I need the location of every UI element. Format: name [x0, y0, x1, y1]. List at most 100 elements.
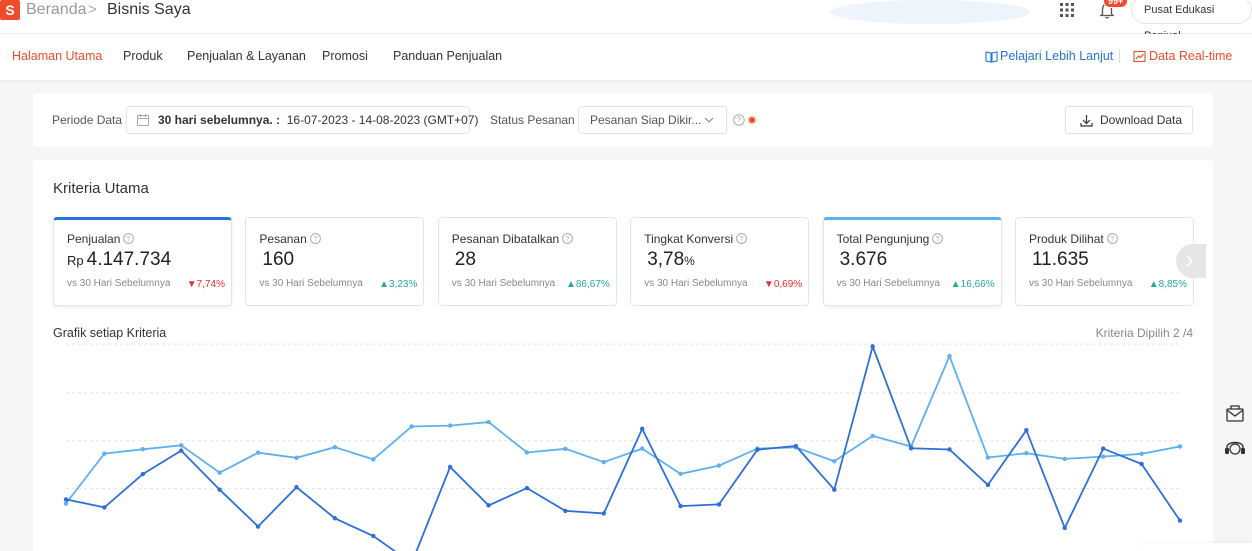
nav-tab-products[interactable]: Produk — [123, 49, 163, 63]
data-point[interactable] — [102, 451, 107, 456]
metric-card[interactable]: Pesanan? 160 vs 30 Hari Sebelumnya ▲3,23% — [245, 217, 425, 306]
data-point[interactable] — [985, 455, 991, 460]
help-icon[interactable]: ? — [736, 233, 748, 244]
help-icon[interactable]: ? — [562, 233, 574, 244]
data-point[interactable] — [601, 459, 606, 465]
nav-tab-promotion[interactable]: Promosi — [322, 49, 368, 63]
learn-more-link[interactable]: Pelajari Lebih Lanjut — [1000, 49, 1113, 63]
data-point[interactable] — [1062, 456, 1067, 462]
data-point[interactable] — [179, 448, 184, 453]
key-metrics-card: Kriteria Utama Penjualan? Rp 4.147.734 vs 3… — [33, 160, 1213, 551]
data-point[interactable] — [63, 497, 69, 502]
metric-number: 3,78 — [647, 249, 685, 270]
data-point[interactable] — [332, 444, 338, 450]
filter-bar: Periode Data 30 hari sebelumnya. : 16-07… — [33, 93, 1213, 147]
data-point[interactable] — [755, 447, 760, 452]
data-point[interactable] — [140, 447, 146, 452]
data-point[interactable] — [1100, 446, 1106, 451]
data-point[interactable] — [371, 533, 376, 539]
help-icon[interactable]: ? — [123, 233, 135, 244]
period-picker[interactable]: 30 hari sebelumnya. : 16-07-2023 - 14-08… — [126, 106, 479, 134]
data-point[interactable] — [1024, 450, 1029, 456]
data-point[interactable] — [640, 426, 645, 431]
data-point[interactable] — [716, 502, 722, 507]
data-point[interactable] — [524, 450, 530, 455]
data-point[interactable] — [486, 503, 491, 508]
data-point[interactable] — [447, 423, 453, 428]
metric-card[interactable]: Tingkat Konversi? 3,78% vs 30 Hari Sebelum… — [630, 217, 810, 306]
data-point[interactable] — [601, 511, 606, 516]
data-point[interactable] — [640, 446, 645, 451]
realtime-link[interactable]: Data Real-time — [1149, 49, 1232, 63]
data-point[interactable] — [294, 455, 299, 460]
data-point[interactable] — [140, 471, 146, 477]
metric-card[interactable]: Pesanan Dibatalkan? 28 vs 30 Hari Sebelumn… — [437, 217, 617, 306]
data-point[interactable] — [63, 501, 69, 506]
data-point[interactable] — [371, 457, 376, 462]
data-point[interactable] — [1177, 444, 1183, 449]
metric-title-text: Total Pengunjung — [836, 232, 930, 246]
metric-title-text: Tingkat Konversi — [644, 232, 734, 246]
metric-value: 3,78% — [644, 249, 695, 271]
data-point[interactable] — [947, 353, 952, 359]
data-point[interactable] — [793, 443, 799, 449]
help-icon[interactable]: ? — [309, 233, 321, 244]
metric-number: 3.676 — [839, 249, 888, 270]
data-point[interactable] — [947, 447, 952, 452]
data-point[interactable] — [832, 459, 837, 464]
chat-mail-icon[interactable] — [1222, 400, 1248, 430]
download-data-button[interactable]: Download Data — [1065, 106, 1193, 134]
data-point[interactable] — [1139, 461, 1144, 467]
arrow-down-icon: ▼ — [763, 279, 774, 290]
data-point[interactable] — [563, 446, 568, 451]
data-point[interactable] — [908, 446, 914, 451]
metric-card[interactable]: Penjualan? Rp 4.147.734 vs 30 Hari Sebelumn… — [53, 217, 232, 306]
data-point[interactable] — [294, 485, 299, 490]
metric-card[interactable]: Total Pengunjung? 3.676 vs 30 Hari Sebelum… — [822, 217, 1002, 306]
help-icon[interactable]: ? — [733, 114, 745, 126]
data-point[interactable] — [217, 487, 222, 492]
nav-tab-sales-service[interactable]: Penjualan & Layanan — [187, 49, 306, 63]
metric-card[interactable]: Produk Dilihat? 11.635 vs 30 Hari Sebelumn… — [1015, 217, 1194, 306]
data-point[interactable] — [716, 463, 722, 468]
data-point[interactable] — [1062, 525, 1067, 531]
data-point[interactable] — [1177, 518, 1183, 523]
data-point[interactable] — [832, 487, 837, 492]
data-point[interactable] — [102, 505, 107, 510]
data-point[interactable] — [678, 471, 683, 477]
breadcrumb-separator: > — [88, 1, 97, 18]
help-icon[interactable]: ? — [932, 233, 944, 244]
metric-number: 160 — [262, 249, 295, 270]
data-point[interactable] — [870, 433, 875, 439]
data-point[interactable] — [179, 443, 184, 448]
data-point[interactable] — [255, 450, 261, 455]
data-point[interactable] — [985, 482, 991, 488]
data-point[interactable] — [1139, 451, 1144, 457]
data-point[interactable] — [332, 516, 338, 521]
data-point[interactable] — [409, 424, 414, 429]
edu-center-button[interactable]: Pusat Edukasi Penjual — [1131, 0, 1252, 42]
nav-tab-home[interactable]: Halaman Utama — [12, 49, 102, 63]
data-point[interactable] — [563, 508, 568, 514]
data-point[interactable] — [524, 485, 530, 491]
help-icon[interactable]: ? — [1106, 233, 1118, 244]
breadcrumb-home[interactable]: Beranda — [26, 1, 87, 19]
data-point[interactable] — [1100, 454, 1106, 459]
svg-text:?: ? — [1110, 236, 1114, 243]
data-point[interactable] — [870, 344, 875, 349]
data-point[interactable] — [1024, 427, 1029, 433]
order-status-select[interactable]: Pesanan Siap Dikir... — [578, 106, 727, 134]
data-point[interactable] — [255, 524, 261, 529]
scroll-right-button[interactable] — [1176, 244, 1206, 278]
data-point[interactable] — [486, 419, 491, 425]
shopee-logo[interactable]: S — [0, 0, 20, 20]
data-point[interactable] — [678, 503, 683, 509]
data-point[interactable] — [447, 464, 453, 470]
nav-tab-sales-guide[interactable]: Panduan Penjualan — [393, 49, 502, 63]
arrow-up-icon: ▲ — [1148, 279, 1159, 290]
data-point[interactable] — [217, 470, 222, 475]
apps-grid-icon[interactable] — [1059, 2, 1075, 18]
customer-service-icon[interactable] — [1222, 433, 1248, 463]
series-line — [65, 353, 1181, 505]
metric-change-value: 3,23% — [389, 279, 418, 290]
